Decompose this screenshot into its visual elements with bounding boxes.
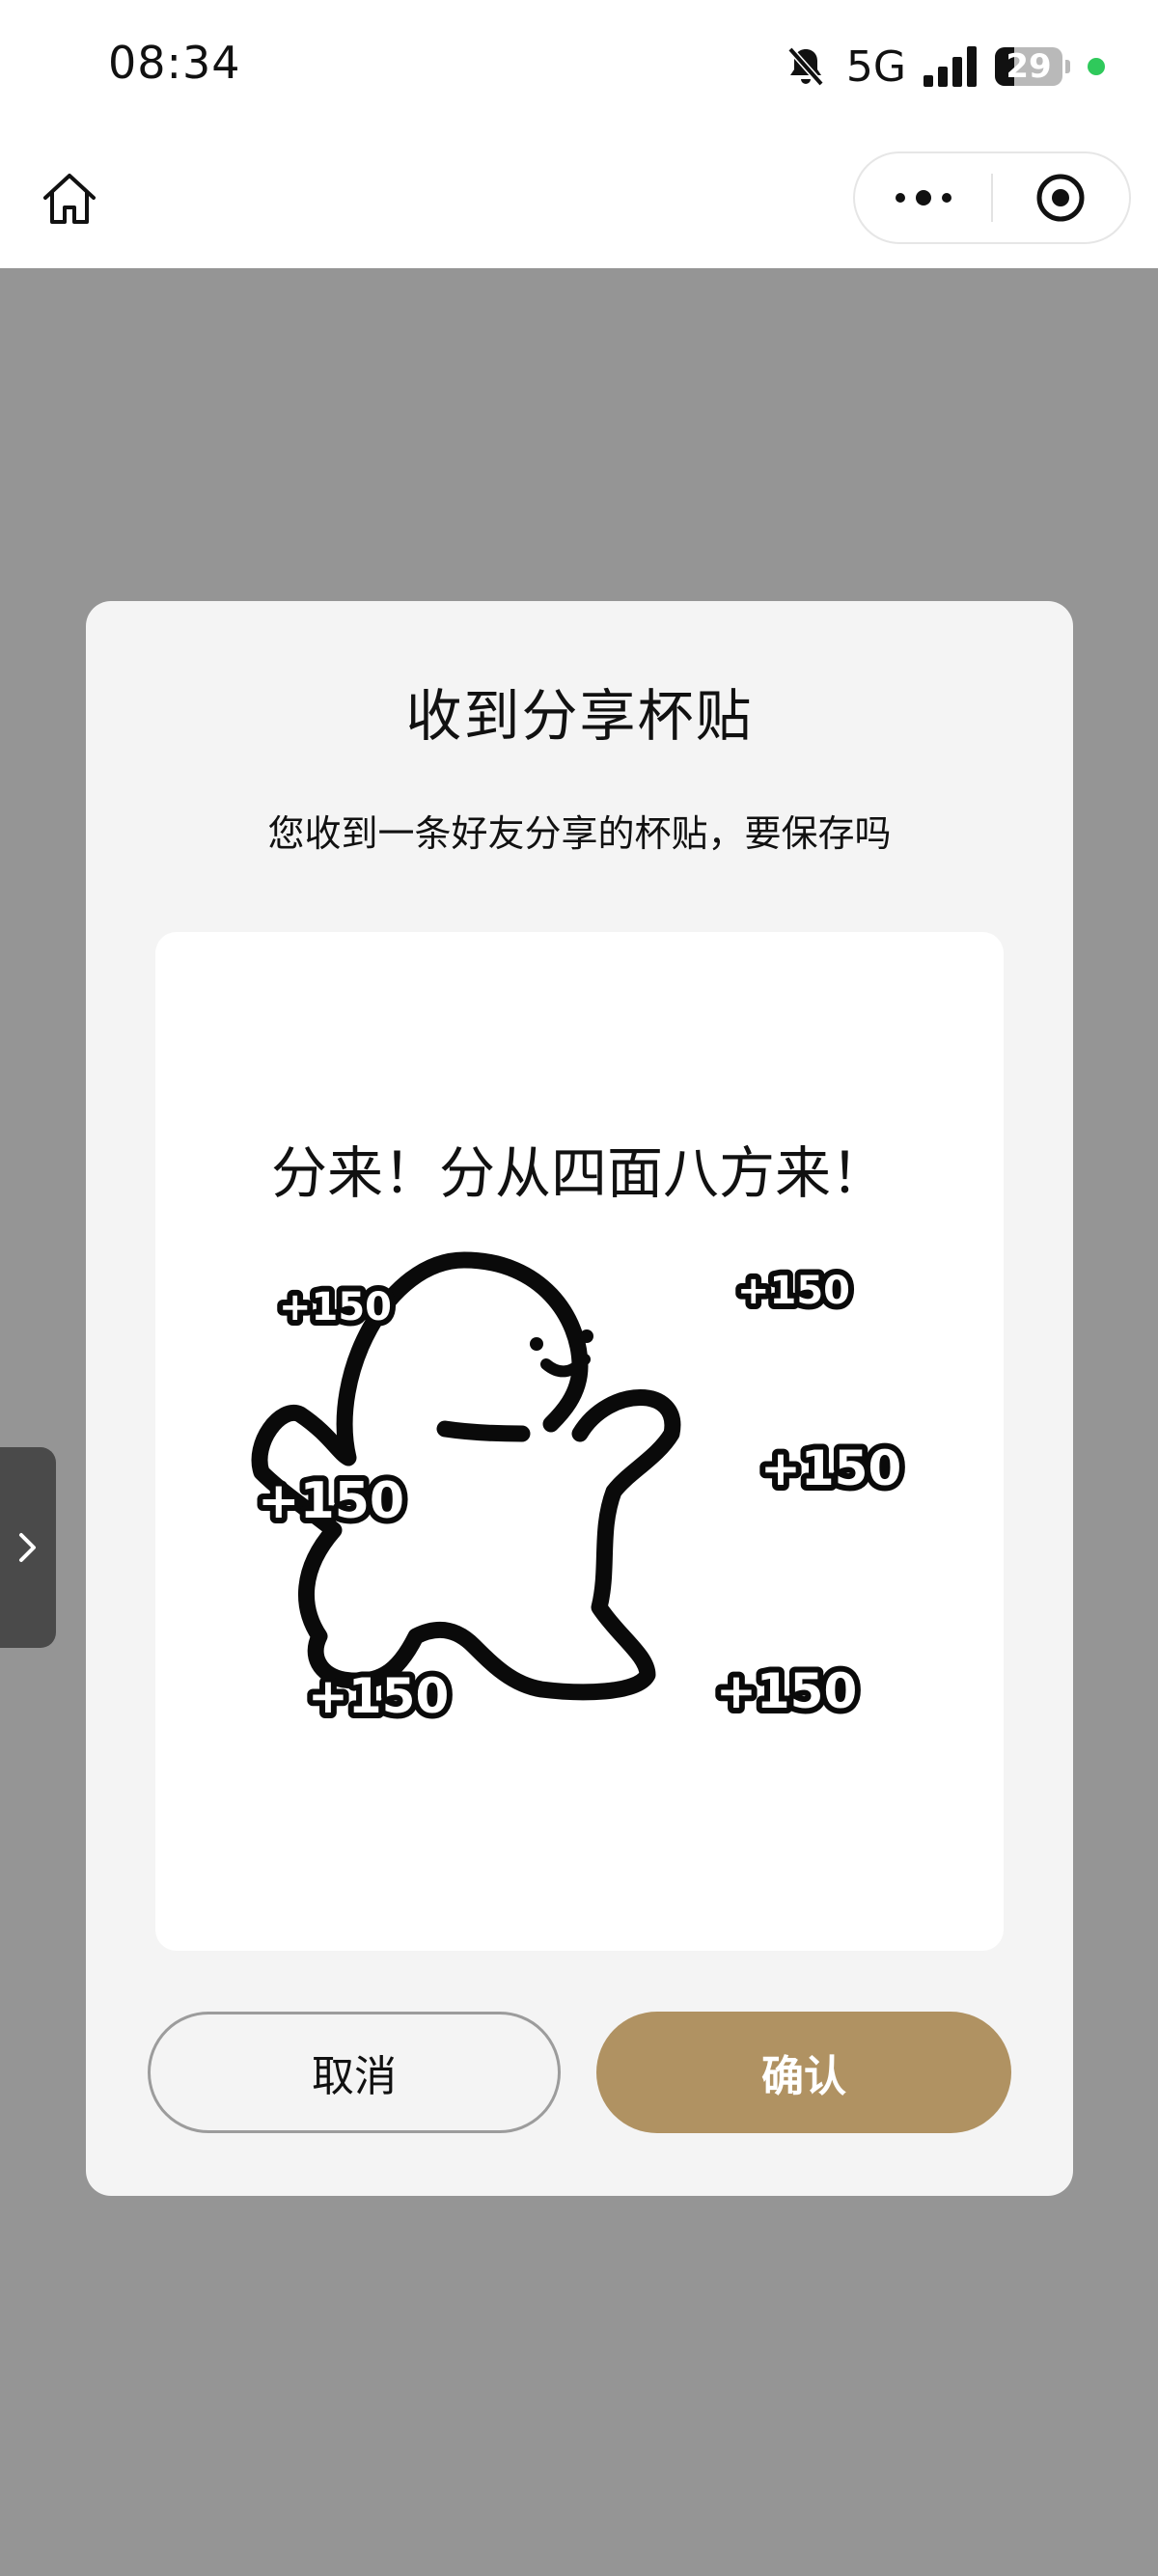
home-button[interactable] xyxy=(35,164,104,233)
figure-eye-right xyxy=(580,1329,593,1343)
dialog-subtitle: 您收到一条好友分享的杯贴，要保存吗 xyxy=(267,812,892,855)
score-badge: +150 xyxy=(716,1663,857,1719)
dialog-title: 收到分享杯贴 xyxy=(405,683,754,749)
sticker-caption: 分来！分从四面八方来！ xyxy=(271,1140,887,1206)
close-mini-program-button[interactable] xyxy=(993,153,1129,242)
cancel-button[interactable]: 取消 xyxy=(148,2012,561,2133)
signal-icon xyxy=(924,46,977,87)
battery-icon: 29 xyxy=(995,47,1070,86)
chevron-right-icon xyxy=(19,1533,36,1562)
status-time: 08:34 xyxy=(108,37,241,89)
privacy-indicator-dot xyxy=(1088,58,1105,75)
sticker-image: 分来！分从四面八方来！ +150 +150 +150 +150 +150 +15… xyxy=(251,1140,907,1730)
confirm-button[interactable]: 确认 xyxy=(596,2012,1011,2133)
score-badge: +150 xyxy=(760,1440,901,1496)
score-badge: +150 xyxy=(737,1269,850,1313)
more-dots-icon xyxy=(895,190,951,206)
sticker-preview-card: 分来！分从四面八方来！ +150 +150 +150 +150 +150 +15… xyxy=(155,932,1004,1951)
bell-mute-icon xyxy=(787,46,824,87)
score-badge: +150 xyxy=(258,1472,404,1530)
score-badge: +150 xyxy=(308,1668,449,1724)
more-button[interactable] xyxy=(855,153,991,242)
home-icon xyxy=(43,174,96,224)
nav-bar xyxy=(0,135,1158,268)
network-label: 5G xyxy=(845,41,906,92)
figure-eye-left xyxy=(530,1337,543,1351)
score-badge: +150 xyxy=(279,1285,392,1329)
battery-level: 29 xyxy=(1006,47,1052,86)
target-icon xyxy=(1036,174,1085,222)
status-icons: 5G 29 xyxy=(783,37,1105,96)
share-sticker-dialog: 收到分享杯贴 您收到一条好友分享的杯贴，要保存吗 分来！分从四面八方来！ +15… xyxy=(86,601,1073,2196)
status-bar: 08:34 5G 29 xyxy=(0,0,1158,135)
mini-program-capsule xyxy=(853,151,1131,244)
side-drawer-tab[interactable] xyxy=(0,1447,56,1648)
